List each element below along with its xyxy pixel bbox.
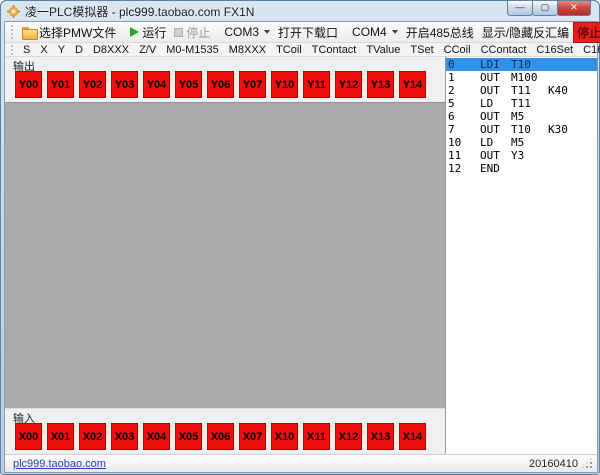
output-button-y07[interactable]: Y07: [239, 71, 266, 98]
program-row[interactable]: 7OUTT10K30: [446, 123, 597, 136]
close-button[interactable]: ✕: [557, 1, 591, 16]
output-button-y14[interactable]: Y14: [399, 71, 426, 98]
program-row[interactable]: 5LDT11: [446, 97, 597, 110]
register-tab-zv[interactable]: Z/V: [134, 44, 161, 56]
app-icon: [7, 5, 20, 18]
output-button-y11[interactable]: Y11: [303, 71, 330, 98]
register-tab-c16set[interactable]: C16Set: [531, 44, 578, 56]
stop-icon: [174, 28, 183, 37]
toolbar-grip: [11, 45, 14, 55]
input-button-x14[interactable]: X14: [399, 423, 426, 450]
input-button-x06[interactable]: X06: [207, 423, 234, 450]
stop-button-disabled[interactable]: 停止: [170, 23, 214, 42]
output-button-y02[interactable]: Y02: [79, 71, 106, 98]
register-tab-m8xxx[interactable]: M8XXX: [224, 44, 271, 56]
output-button-y10[interactable]: Y10: [271, 71, 298, 98]
input-button-x04[interactable]: X04: [143, 423, 170, 450]
output-button-y05[interactable]: Y05: [175, 71, 202, 98]
run-button[interactable]: 运行: [126, 23, 170, 42]
input-label: 输入: [5, 409, 445, 422]
program-row[interactable]: 11OUTY3: [446, 149, 597, 162]
output-button-y04[interactable]: Y04: [143, 71, 170, 98]
program-row[interactable]: 1OUTM100: [446, 71, 597, 84]
register-tab-m0-m1535[interactable]: M0-M1535: [161, 44, 224, 56]
register-tabs: S X Y D D8XXX Z/V M0-M1535 M8XXX TCoil T…: [5, 43, 597, 57]
chevron-down-icon: [264, 30, 270, 34]
open-download-port-button[interactable]: 打开下载口: [274, 23, 342, 42]
register-tab-ccontact[interactable]: CContact: [476, 44, 532, 56]
input-buttons: X00 X01 X02 X03 X04 X05 X06 X07 X10 X11 …: [5, 422, 445, 454]
select-pmw-file-button[interactable]: 选择PMW文件: [18, 23, 120, 42]
program-row[interactable]: 12END: [446, 162, 597, 175]
register-tab-tset[interactable]: TSet: [405, 44, 438, 56]
register-tab-c16value[interactable]: C16Value: [578, 44, 600, 56]
register-tab-d[interactable]: D: [70, 44, 88, 56]
output-button-y13[interactable]: Y13: [367, 71, 394, 98]
io-panel: 输出 Y00 Y01 Y02 Y03 Y04 Y05 Y06 Y07 Y10 Y…: [5, 57, 445, 454]
program-row[interactable]: 10LDM5: [446, 136, 597, 149]
output-label: 输出: [5, 57, 445, 70]
plc-canvas: [5, 102, 445, 409]
open-485-bus-button[interactable]: 开启485总线: [402, 23, 478, 42]
output-button-y12[interactable]: Y12: [335, 71, 362, 98]
stop-active-button[interactable]: 停止: [573, 22, 600, 43]
output-button-y01[interactable]: Y01: [47, 71, 74, 98]
register-tab-ccoil[interactable]: CCoil: [439, 44, 476, 56]
output-button-y03[interactable]: Y03: [111, 71, 138, 98]
output-button-y06[interactable]: Y06: [207, 71, 234, 98]
toggle-disassembly-button[interactable]: 显示/隐藏反汇编: [478, 23, 573, 42]
version-date: 20160410: [529, 458, 578, 470]
com-download-select[interactable]: COM3: [220, 24, 274, 40]
program-row[interactable]: 6OUTM5: [446, 110, 597, 123]
register-tab-x[interactable]: X: [35, 44, 52, 56]
window-title: 凌一PLC模拟器 - plc999.taobao.com FX1N: [25, 3, 254, 20]
resize-grip[interactable]: [583, 459, 593, 469]
status-bar: plc999.taobao.com 20160410: [5, 454, 597, 472]
input-button-x02[interactable]: X02: [79, 423, 106, 450]
input-button-x00[interactable]: X00: [15, 423, 42, 450]
program-list: 0LDIT10 1OUTM100 2OUTT11K40 5LDT11 6OUTM…: [445, 57, 597, 454]
input-button-x13[interactable]: X13: [367, 423, 394, 450]
toolbar: 选择PMW文件 运行 停止 COM3 打开下载口 COM4: [5, 22, 597, 43]
taobao-link[interactable]: plc999.taobao.com: [13, 458, 106, 470]
register-tab-tcontact[interactable]: TContact: [307, 44, 362, 56]
chevron-down-icon: [392, 30, 398, 34]
input-button-x10[interactable]: X10: [271, 423, 298, 450]
program-row[interactable]: 2OUTT11K40: [446, 84, 597, 97]
register-tab-y[interactable]: Y: [53, 44, 70, 56]
input-button-x05[interactable]: X05: [175, 423, 202, 450]
app-window: 凌一PLC模拟器 - plc999.taobao.com FX1N — ▢ ✕ …: [0, 0, 600, 475]
com-485-select[interactable]: COM4: [348, 24, 402, 40]
program-row[interactable]: 0LDIT10: [446, 58, 597, 71]
folder-icon: [22, 27, 36, 38]
maximize-button[interactable]: ▢: [532, 1, 558, 16]
play-icon: [130, 27, 139, 37]
output-button-y00[interactable]: Y00: [15, 71, 42, 98]
toolbar-grip: [11, 25, 14, 39]
register-tab-tvalue[interactable]: TValue: [361, 44, 405, 56]
register-tab-d8xxx[interactable]: D8XXX: [88, 44, 134, 56]
register-tab-tcoil[interactable]: TCoil: [271, 44, 307, 56]
input-button-x01[interactable]: X01: [47, 423, 74, 450]
input-button-x11[interactable]: X11: [303, 423, 330, 450]
input-button-x07[interactable]: X07: [239, 423, 266, 450]
register-tab-s[interactable]: S: [18, 44, 35, 56]
output-buttons: Y00 Y01 Y02 Y03 Y04 Y05 Y06 Y07 Y10 Y11 …: [5, 70, 445, 102]
window-controls: — ▢ ✕: [508, 1, 591, 16]
minimize-button[interactable]: —: [507, 1, 533, 16]
input-button-x12[interactable]: X12: [335, 423, 362, 450]
input-button-x03[interactable]: X03: [111, 423, 138, 450]
